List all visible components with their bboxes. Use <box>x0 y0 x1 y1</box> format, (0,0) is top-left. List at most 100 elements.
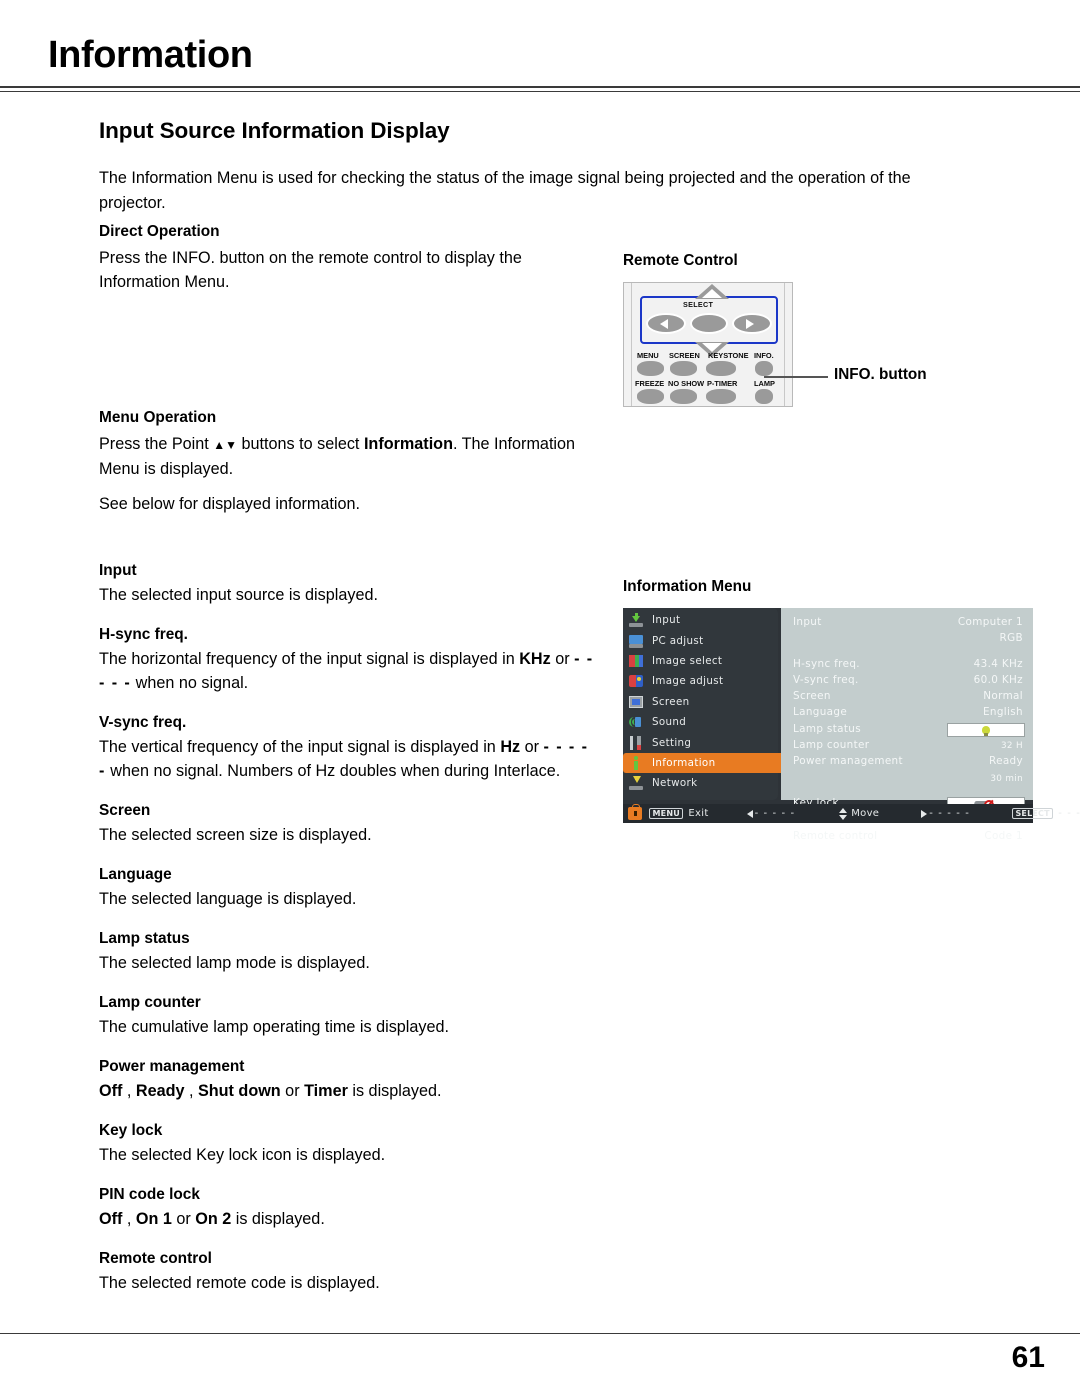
remote-control-illustration: SELECT MENU SCREEN KEYSTONE INFO. FREEZE… <box>623 282 793 407</box>
osd-bar-move-hint: Move <box>839 807 879 820</box>
info-button-leader-line <box>764 376 828 378</box>
pin-opt-on2: On 2 <box>195 1210 232 1228</box>
section-heading: Input Source Information Display <box>99 118 450 143</box>
network-icon <box>628 776 644 791</box>
osd-bar-exit[interactable]: MENU Exit <box>649 808 709 819</box>
osd-row-lamp-status: Lamp status <box>781 722 1033 739</box>
information-menu-figure: Information Menu Input PC adjust Image s… <box>623 578 1080 842</box>
osd-label-vsync: V-sync freq. <box>793 673 859 686</box>
osd-row-input: Input Computer 1 <box>781 616 1033 632</box>
osd-row-input-signal: RGB <box>781 632 1033 648</box>
keystone-button[interactable] <box>706 361 736 376</box>
definition-entry-pin-code-lock: PIN code lock Off , On 1 or On 2 is disp… <box>99 1184 599 1231</box>
remote-edge-left <box>631 283 632 406</box>
osd-value-vsync: 60.0 KHz <box>973 673 1023 686</box>
term-pin-code-lock: PIN code lock <box>99 1186 200 1203</box>
osd-row-power-management: Power management Ready <box>781 755 1033 771</box>
osd-value-remote-control: Code 1 <box>984 829 1023 842</box>
term-language: Language <box>99 866 172 883</box>
osd-label-screen: Screen <box>793 690 831 703</box>
screen-button[interactable] <box>670 361 697 376</box>
definition-entry-remote-control: Remote control The selected remote code … <box>99 1248 599 1295</box>
right-arrow-icon <box>746 319 754 329</box>
term-lamp-status: Lamp status <box>99 930 190 947</box>
sidebar-label-screen: Screen <box>652 695 690 708</box>
label-freeze: FREEZE <box>635 379 665 388</box>
remote-edge-right <box>784 283 785 406</box>
information-icon <box>628 755 644 770</box>
sidebar-item-pc-adjust[interactable]: PC adjust <box>623 630 778 650</box>
sidebar-label-setting: Setting <box>652 736 692 749</box>
menu-operation-body: Press the Point ▲▼ buttons to select Inf… <box>99 432 599 481</box>
osd-value-hsync: 43.4 KHz <box>973 657 1023 670</box>
desc-input: The selected input source is displayed. <box>99 586 378 604</box>
osd-row-spacer-1 <box>781 649 1033 658</box>
desc-hsync: The horizontal frequency of the input si… <box>99 647 599 695</box>
definition-entry-language: Language The selected language is displa… <box>99 864 599 911</box>
sidebar-label-sound: Sound <box>652 716 687 729</box>
select-button[interactable] <box>690 313 728 334</box>
pin-opt-off: Off <box>99 1210 123 1228</box>
sidebar-item-sound[interactable]: Sound <box>623 712 778 732</box>
sidebar-item-image-select[interactable]: Image select <box>623 651 778 671</box>
osd-row-hsync: H-sync freq. 43.4 KHz <box>781 658 1033 674</box>
sidebar-item-screen[interactable]: Screen <box>623 692 778 712</box>
osd-value-lamp-counter: 32 H <box>1000 741 1023 752</box>
header-divider <box>0 86 1080 93</box>
info-button[interactable] <box>755 361 773 376</box>
menu-op-text-mid: buttons to select <box>237 435 364 453</box>
menu-op-text-bold: Information <box>363 435 453 453</box>
left-arrow-icon <box>660 319 668 329</box>
desc-pin-code-lock: Off , On 1 or On 2 is displayed. <box>99 1207 599 1231</box>
remote-control-figure: Remote Control SELECT MENU SCREEN KEYSTO… <box>623 252 793 407</box>
sidebar-item-information[interactable]: Information <box>623 752 784 774</box>
sidebar-item-network[interactable]: Network <box>623 773 778 793</box>
menu-button[interactable] <box>637 361 664 376</box>
osd-bar-select-hint: SELECT - - - - - <box>1011 808 1080 819</box>
freeze-button[interactable] <box>637 389 664 404</box>
osd-value-language: English <box>983 706 1023 719</box>
pm-sep2: , <box>184 1082 198 1100</box>
osd-value-screen: Normal <box>983 690 1023 703</box>
hsync-pre: The horizontal frequency of the input si… <box>99 650 520 668</box>
osd-label-hsync: H-sync freq. <box>793 657 860 670</box>
pm-tail: is displayed. <box>347 1082 442 1100</box>
osd-row-vsync: V-sync freq. 60.0 KHz <box>781 674 1033 690</box>
point-up-icon <box>702 289 722 298</box>
footer-divider <box>0 1333 1080 1335</box>
term-input: Input <box>99 562 137 579</box>
definition-entry-lamp-counter: Lamp counter The cumulative lamp operati… <box>99 992 599 1039</box>
sidebar-item-image-adjust[interactable]: Image adjust <box>623 671 778 691</box>
direct-operation-body: Press the INFO. button on the remote con… <box>99 249 522 291</box>
vsync-mid: or <box>520 738 544 756</box>
term-hsync: H-sync freq. <box>99 626 188 643</box>
osd-row-remote-control: Remote control Code 1 <box>781 830 1033 846</box>
intro-paragraph: The Information Menu is used for checkin… <box>99 169 911 212</box>
ptimer-button[interactable] <box>706 389 736 404</box>
lamp-button[interactable] <box>755 389 773 404</box>
information-menu-caption: Information Menu <box>623 578 752 595</box>
noshow-button[interactable] <box>670 389 697 404</box>
image-select-icon <box>628 654 644 668</box>
definition-entry-hsync: H-sync freq. The horizontal frequency of… <box>99 624 599 695</box>
sidebar-label-image-adjust: Image adjust <box>652 675 724 688</box>
input-icon <box>628 613 644 628</box>
sidebar-label-information: Information <box>652 756 716 769</box>
desc-language: The selected language is displayed. <box>99 890 357 908</box>
sidebar-item-setting[interactable]: Setting <box>623 732 778 752</box>
osd-bar-left-hint: - - - - - <box>746 808 796 819</box>
vsync-pre: The vertical frequency of the input sign… <box>99 738 501 756</box>
osd-label-language: Language <box>793 706 848 719</box>
osd-sidebar: Input PC adjust Image select Image adjus… <box>623 608 784 800</box>
term-key-lock: Key lock <box>99 1122 163 1139</box>
menu-operation-heading: Menu Operation <box>99 409 217 426</box>
osd-row-power-timer: 30 min <box>781 772 1033 788</box>
sidebar-item-input[interactable]: Input <box>623 610 778 630</box>
vsync-post: when no signal. Numbers of Hz doubles wh… <box>105 762 561 780</box>
pm-sep1: , <box>122 1082 136 1100</box>
osd-bar-right-dashes: - - - - - <box>929 808 970 819</box>
osd-label-remote-control: Remote control <box>793 829 878 842</box>
osd-bar-left-dashes: - - - - - <box>754 808 796 819</box>
screen-icon <box>628 695 644 709</box>
page-number: 61 <box>1011 1341 1045 1374</box>
